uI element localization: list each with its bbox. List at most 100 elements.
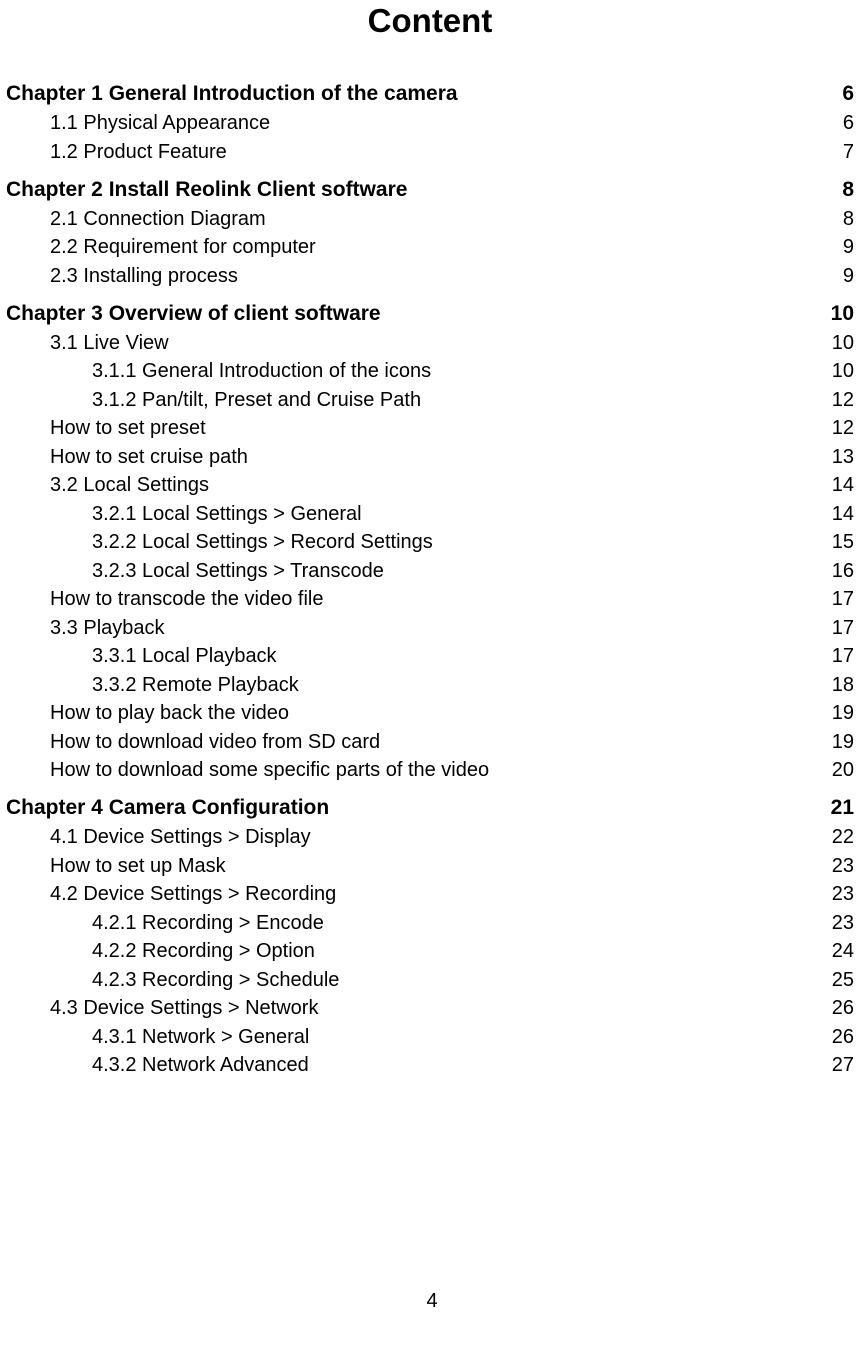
toc-entry[interactable]: 1.2 Product Feature7 [6,141,854,164]
toc-entry[interactable]: Chapter 2 Install Reolink Client softwar… [6,178,854,202]
toc-entry-label: 4.1 Device Settings > Display [50,826,824,849]
toc-entry-page: 13 [824,446,854,469]
toc-entry-label: 2.3 Installing process [50,265,824,288]
toc-entry[interactable]: 4.1 Device Settings > Display22 [6,826,854,849]
toc-entry[interactable]: Chapter 1 General Introduction of the ca… [6,82,854,106]
toc-entry-label: 2.2 Requirement for computer [50,236,824,259]
toc-entry[interactable]: 4.3.2 Network Advanced27 [6,1054,854,1077]
toc-entry-label: 2.1 Connection Diagram [50,208,824,231]
toc-entry-label: 4.2.3 Recording > Schedule [92,969,824,992]
toc-entry-label: How to transcode the video file [50,588,824,611]
toc-entry-label: 3.1.2 Pan/tilt, Preset and Cruise Path [92,389,824,412]
toc-entry-page: 8 [824,178,854,202]
toc-entry[interactable]: How to transcode the video file17 [6,588,854,611]
toc-entry-page: 9 [824,265,854,288]
toc-entry[interactable]: 2.1 Connection Diagram8 [6,208,854,231]
toc-entry[interactable]: How to set cruise path13 [6,446,854,469]
toc-entry-page: 16 [824,560,854,583]
toc-entry-label: Chapter 2 Install Reolink Client softwar… [6,178,824,202]
document-title: Content [6,2,854,40]
toc-entry-page: 25 [824,969,854,992]
toc-entry[interactable]: 2.3 Installing process9 [6,265,854,288]
toc-entry-page: 8 [824,208,854,231]
toc-entry[interactable]: How to download some specific parts of t… [6,759,854,782]
page-number: 4 [0,1290,864,1313]
toc-entry-page: 9 [824,236,854,259]
toc-entry[interactable]: 3.2.1 Local Settings > General14 [6,503,854,526]
toc-entry-label: 4.3.1 Network > General [92,1026,824,1049]
toc-entry-label: 3.3.2 Remote Playback [92,674,824,697]
toc-entry-page: 20 [824,759,854,782]
toc-entry[interactable]: How to download video from SD card19 [6,731,854,754]
toc-entry-page: 14 [824,474,854,497]
toc-entry-page: 15 [824,531,854,554]
toc-entry-page: 10 [824,360,854,383]
toc-entry-page: 14 [824,503,854,526]
toc-entry-label: 3.1.1 General Introduction of the icons [92,360,824,383]
toc-entry-page: 23 [824,855,854,878]
toc-entry-label: 3.2 Local Settings [50,474,824,497]
toc-entry-page: 24 [824,940,854,963]
toc-entry[interactable]: 3.3.2 Remote Playback18 [6,674,854,697]
toc-entry-page: 23 [824,912,854,935]
toc-entry[interactable]: 3.3 Playback17 [6,617,854,640]
toc-entry[interactable]: 3.2.3 Local Settings > Transcode16 [6,560,854,583]
toc-entry-page: 26 [824,1026,854,1049]
toc-entry-page: 19 [824,702,854,725]
toc-entry-page: 12 [824,389,854,412]
toc-entry[interactable]: How to set preset12 [6,417,854,440]
toc-entry-page: 26 [824,997,854,1020]
toc-entry-page: 6 [824,82,854,106]
toc-entry-label: How to set cruise path [50,446,824,469]
toc-entry-label: 1.2 Product Feature [50,141,824,164]
toc-entry[interactable]: 3.1.2 Pan/tilt, Preset and Cruise Path12 [6,389,854,412]
toc-entry-label: How to download some specific parts of t… [50,759,824,782]
toc-entry[interactable]: 1.1 Physical Appearance6 [6,112,854,135]
toc-entry-page: 19 [824,731,854,754]
toc-entry[interactable]: 4.2.1 Recording > Encode23 [6,912,854,935]
toc-entry-page: 7 [824,141,854,164]
toc-entry-page: 27 [824,1054,854,1077]
toc-entry-label: 4.3.2 Network Advanced [92,1054,824,1077]
toc-entry[interactable]: 3.1.1 General Introduction of the icons1… [6,360,854,383]
toc-entry[interactable]: 4.2 Device Settings > Recording23 [6,883,854,906]
toc-entry-page: 22 [824,826,854,849]
toc-entry[interactable]: 4.3 Device Settings > Network26 [6,997,854,1020]
toc-entry[interactable]: Chapter 3 Overview of client software10 [6,302,854,326]
toc-list: Chapter 1 General Introduction of the ca… [6,82,854,1077]
toc-entry[interactable]: 4.2.2 Recording > Option24 [6,940,854,963]
toc-entry-label: How to download video from SD card [50,731,824,754]
toc-entry-label: 4.2.1 Recording > Encode [92,912,824,935]
toc-entry-label: How to set preset [50,417,824,440]
toc-entry-label: Chapter 1 General Introduction of the ca… [6,82,824,106]
toc-entry[interactable]: 3.1 Live View10 [6,332,854,355]
toc-entry[interactable]: How to set up Mask23 [6,855,854,878]
toc-entry[interactable]: How to play back the video19 [6,702,854,725]
toc-entry-label: 4.3 Device Settings > Network [50,997,824,1020]
toc-entry-label: 3.3.1 Local Playback [92,645,824,668]
toc-entry-label: 3.1 Live View [50,332,824,355]
toc-entry[interactable]: 3.2.2 Local Settings > Record Settings15 [6,531,854,554]
toc-entry[interactable]: 4.2.3 Recording > Schedule25 [6,969,854,992]
toc-entry-page: 17 [824,588,854,611]
toc-entry-label: 4.2 Device Settings > Recording [50,883,824,906]
toc-entry-label: Chapter 3 Overview of client software [6,302,824,326]
toc-entry[interactable]: 3.2 Local Settings14 [6,474,854,497]
toc-entry-page: 17 [824,617,854,640]
toc-entry-page: 18 [824,674,854,697]
toc-entry[interactable]: 3.3.1 Local Playback17 [6,645,854,668]
toc-entry-page: 21 [824,796,854,820]
toc-entry-label: 3.2.3 Local Settings > Transcode [92,560,824,583]
toc-entry[interactable]: 4.3.1 Network > General26 [6,1026,854,1049]
toc-entry-page: 17 [824,645,854,668]
toc-entry-label: 1.1 Physical Appearance [50,112,824,135]
toc-entry-label: 3.3 Playback [50,617,824,640]
toc-entry-page: 10 [824,332,854,355]
toc-entry-page: 12 [824,417,854,440]
toc-entry[interactable]: Chapter 4 Camera Configuration21 [6,796,854,820]
toc-entry[interactable]: 2.2 Requirement for computer9 [6,236,854,259]
toc-entry-page: 10 [824,302,854,326]
toc-entry-page: 23 [824,883,854,906]
toc-entry-label: How to play back the video [50,702,824,725]
toc-entry-label: 4.2.2 Recording > Option [92,940,824,963]
